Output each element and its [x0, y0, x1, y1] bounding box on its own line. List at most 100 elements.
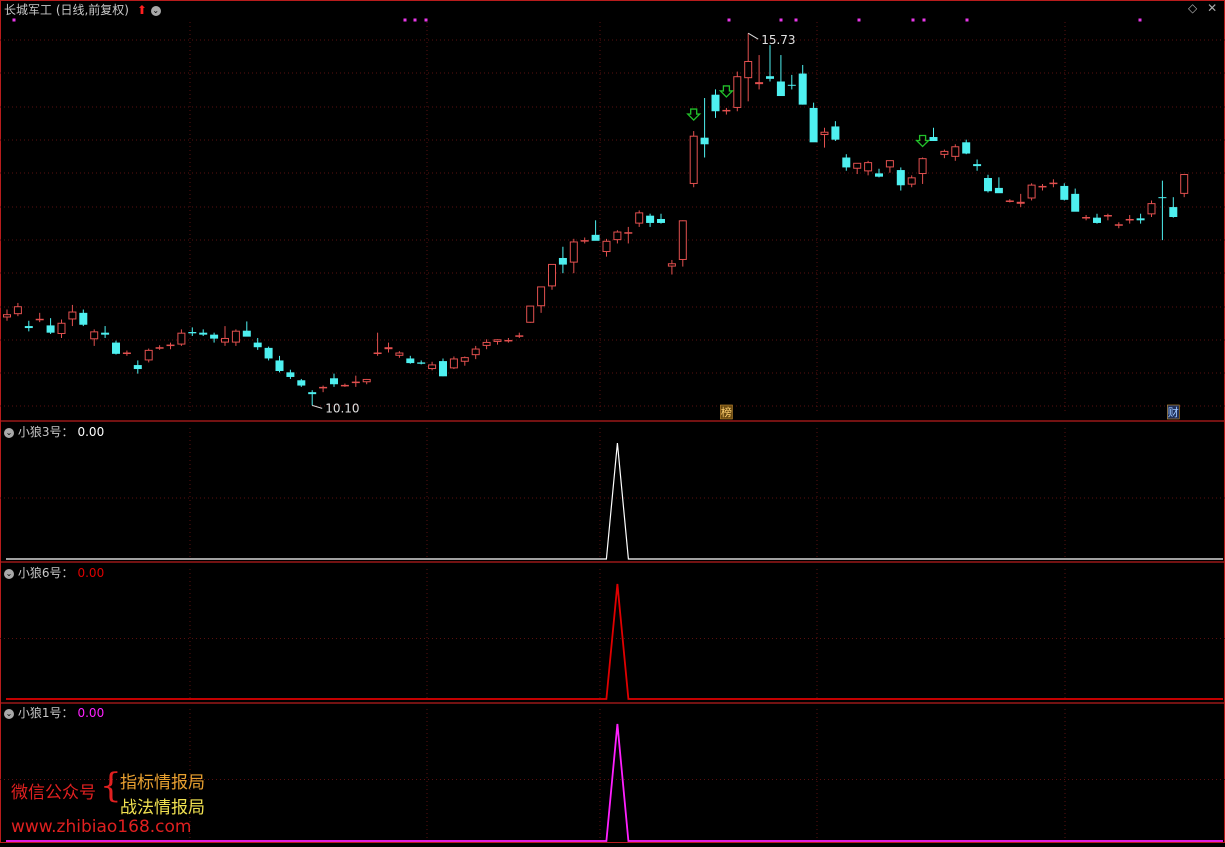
candle-body-down — [1158, 197, 1167, 199]
candle-body-down — [591, 234, 600, 241]
candle-body-down — [188, 332, 197, 334]
watermark-brace: { — [100, 766, 122, 806]
red-up-arrow-icon[interactable]: ⬆ — [137, 3, 147, 17]
indicator-name: 小狼1号 — [17, 706, 62, 720]
bottom-marker-label: 财 — [1168, 405, 1179, 419]
candle-body-up — [1005, 200, 1014, 202]
candle-body-up — [319, 386, 328, 389]
candle-body-up — [907, 177, 916, 185]
watermark-url: www.zhibiao168.com — [11, 817, 192, 837]
candle-body-up — [613, 231, 622, 241]
candle-body-down — [766, 76, 774, 79]
marker-dot — [403, 18, 407, 22]
candle-body-up — [526, 305, 535, 323]
candle-body-down — [1136, 218, 1145, 221]
low-annotation-label: 10.10 — [325, 401, 359, 415]
close-icon[interactable]: ✕ — [1207, 1, 1217, 15]
candle-body-up — [1125, 218, 1134, 221]
high-annotation-leader — [747, 32, 759, 40]
candle-body-up — [90, 331, 99, 340]
candle-body-up — [449, 358, 458, 369]
marker-dot — [922, 18, 926, 22]
candle-body-up — [13, 306, 22, 315]
indicator-line — [6, 442, 1223, 560]
down-arrow-icon — [718, 85, 734, 98]
indicator-name: 小狼3号 — [17, 425, 62, 439]
candle-body-up — [744, 61, 753, 79]
candle-body-down — [787, 84, 796, 86]
candle-body-down — [711, 94, 720, 112]
candle-body-down — [133, 365, 142, 370]
indicator-menu-icon[interactable]: ⌄ — [4, 708, 14, 719]
indicator-menu-icon[interactable]: ⌄ — [4, 568, 14, 579]
candle-body-down — [962, 142, 971, 154]
candle-body-down — [984, 178, 992, 192]
candle-body-down — [264, 347, 273, 359]
candle-body-down — [798, 73, 807, 105]
candle-body-up — [1082, 217, 1091, 219]
indicator-menu-icon[interactable]: ⌄ — [4, 427, 14, 438]
candle-body-up — [428, 364, 437, 370]
indicator-name: 小狼6号 — [17, 566, 62, 580]
candle-body-up — [3, 314, 11, 318]
indicator-header-xiaolang3: ⌄ 小狼3号： 0.00 — [4, 425, 105, 439]
chart-stage: 15.73 10.10 榜 财 长城军工 (日线,前复权) ⬆ ⌄ ◇ ✕ ⌄ 小狼3… — [0, 0, 1225, 843]
candle-body-down — [1169, 207, 1178, 217]
candle-body-up — [144, 349, 153, 361]
candle-body-up — [689, 135, 698, 184]
candle-body-up — [1103, 215, 1112, 217]
down-arrow-icon — [686, 108, 702, 121]
candle-body-up — [395, 352, 404, 356]
candle-body-down — [994, 187, 1003, 194]
candle-body-up — [580, 240, 589, 242]
candle-body-up — [471, 348, 480, 356]
candle-body-down — [330, 378, 338, 385]
candle-body-down — [842, 157, 851, 168]
candle-body-up — [678, 220, 687, 260]
marker-dot — [12, 18, 16, 22]
candle-body-up — [68, 311, 77, 320]
stock-chart-svg[interactable]: 15.73 10.10 榜 财 — [0, 0, 1225, 843]
candle-body-up — [885, 160, 894, 168]
candle-body-up — [548, 263, 556, 287]
candle-body-up — [918, 158, 927, 175]
candle-body-up — [122, 352, 131, 355]
candle-body-up — [460, 357, 469, 362]
candle-body-up — [1147, 203, 1156, 215]
marker-dot — [857, 18, 861, 22]
bottom-marker-label: 榜 — [721, 405, 732, 419]
candle-body-up — [1180, 174, 1189, 194]
candle-body-up — [57, 322, 66, 335]
candle-body-up — [755, 82, 764, 85]
candle-body-up — [504, 339, 513, 342]
candle-body-down — [558, 257, 567, 265]
candle-body-up — [166, 344, 175, 347]
candle-body-up — [35, 318, 44, 321]
down-arrow-icon — [915, 134, 931, 148]
candle-body-down — [101, 332, 110, 335]
dropdown-circle-icon[interactable]: ⌄ — [150, 5, 161, 16]
header-right-tools: ◇ ✕ — [1188, 1, 1217, 15]
diamond-icon[interactable]: ◇ — [1188, 1, 1197, 15]
candle-body-down — [657, 218, 665, 223]
candle-body-up — [853, 162, 862, 169]
candle-body-up — [624, 232, 633, 234]
candle-body-down — [646, 215, 655, 223]
indicator-header-xiaolang1: ⌄ 小狼1号： 0.00 — [4, 706, 105, 720]
candle-body-down — [286, 372, 295, 377]
candle-body-up — [515, 335, 524, 337]
candle-body-down — [1093, 217, 1101, 223]
candle-body-down — [875, 173, 883, 177]
marker-dot — [727, 18, 731, 22]
candle-body-up — [1016, 201, 1025, 204]
candle-body-up — [635, 212, 644, 224]
watermark-line2: 战法情报局 — [120, 798, 205, 818]
candle-body-up — [569, 241, 578, 263]
candle-body-down — [809, 107, 818, 143]
candle-body-up — [1038, 185, 1047, 188]
chart-title: 长城军工 (日线,前复权) — [4, 3, 129, 17]
indicator-header-xiaolang6: ⌄ 小狼6号： 0.00 — [4, 566, 105, 580]
candle-body-up — [864, 162, 873, 172]
candle-body-up — [820, 131, 829, 136]
candle-body-down — [417, 362, 426, 364]
